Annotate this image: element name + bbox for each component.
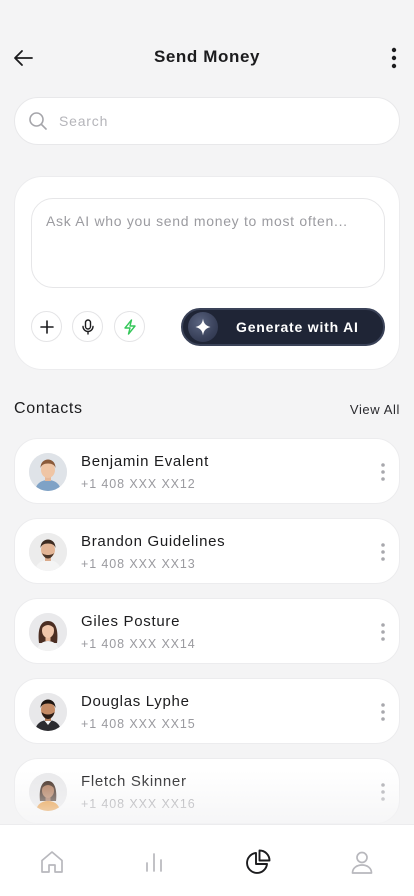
header: Send Money xyxy=(0,36,414,80)
more-vertical-icon xyxy=(381,703,385,721)
contact-phone: +1 408 XXX XX13 xyxy=(81,557,196,571)
contacts-header: Contacts View All xyxy=(14,400,400,420)
contact-phone: +1 408 XXX XX16 xyxy=(81,797,196,811)
pie-chart-icon xyxy=(246,849,271,874)
contact-name: Giles Posture xyxy=(81,613,181,630)
contact-row[interactable]: Giles Posture +1 408 XXX XX14 xyxy=(14,598,400,664)
more-vertical-icon xyxy=(391,47,397,69)
tab-stats[interactable] xyxy=(139,847,169,877)
contact-phone: +1 408 XXX XX12 xyxy=(81,477,196,491)
sparkle-icon xyxy=(188,312,218,342)
microphone-icon xyxy=(81,318,94,335)
avatar xyxy=(29,533,67,571)
home-icon xyxy=(41,851,63,873)
contact-options-button[interactable] xyxy=(375,778,391,806)
ai-assistant-card: Ask AI who you send money to most often.… xyxy=(14,176,400,370)
contact-options-button[interactable] xyxy=(375,458,391,486)
tab-home[interactable] xyxy=(37,847,67,877)
contact-name: Douglas Lyphe xyxy=(81,693,190,710)
contact-phone: +1 408 XXX XX14 xyxy=(81,637,196,651)
stats-icon xyxy=(146,853,162,872)
profile-icon xyxy=(351,851,373,874)
generate-with-ai-label: Generate with AI xyxy=(236,319,359,335)
bottom-tab-bar xyxy=(0,824,414,896)
contact-options-button[interactable] xyxy=(375,538,391,566)
page-title: Send Money xyxy=(153,47,261,66)
more-vertical-icon xyxy=(381,783,385,801)
contact-options-button[interactable] xyxy=(375,698,391,726)
contact-row[interactable]: Fletch Skinner +1 408 XXX XX16 xyxy=(14,758,400,824)
search-input[interactable] xyxy=(59,113,359,129)
view-all-link[interactable]: View All xyxy=(350,402,400,417)
more-vertical-icon xyxy=(381,543,385,561)
lightning-icon xyxy=(123,318,136,335)
contact-list: Benjamin Evalent +1 408 XXX XX12 Brandon… xyxy=(14,438,400,838)
contact-name: Fletch Skinner xyxy=(81,773,187,790)
more-options-button[interactable] xyxy=(380,42,408,74)
add-button[interactable] xyxy=(31,311,62,342)
plus-icon xyxy=(39,319,54,334)
avatar xyxy=(29,613,67,651)
microphone-button[interactable] xyxy=(72,311,103,342)
contact-row[interactable]: Benjamin Evalent +1 408 XXX XX12 xyxy=(14,438,400,504)
contact-options-button[interactable] xyxy=(375,618,391,646)
avatar xyxy=(29,773,67,811)
contact-phone: +1 408 XXX XX15 xyxy=(81,717,196,731)
tab-analytics[interactable] xyxy=(243,847,273,877)
contact-name: Brandon Guidelines xyxy=(81,533,226,550)
avatar xyxy=(29,693,67,731)
search-icon xyxy=(27,110,49,132)
contact-row[interactable]: Douglas Lyphe +1 408 XXX XX15 xyxy=(14,678,400,744)
contacts-title: Contacts xyxy=(14,400,83,417)
contact-name: Benjamin Evalent xyxy=(81,453,209,470)
avatar xyxy=(29,453,67,491)
contact-row[interactable]: Brandon Guidelines +1 408 XXX XX13 xyxy=(14,518,400,584)
more-vertical-icon xyxy=(381,463,385,481)
more-vertical-icon xyxy=(381,623,385,641)
ai-prompt-input[interactable]: Ask AI who you send money to most often.… xyxy=(31,198,385,288)
generate-with-ai-button[interactable]: Generate with AI xyxy=(181,308,385,346)
quick-action-button[interactable] xyxy=(114,311,145,342)
tab-profile[interactable] xyxy=(347,847,377,877)
search-bar xyxy=(14,97,400,145)
